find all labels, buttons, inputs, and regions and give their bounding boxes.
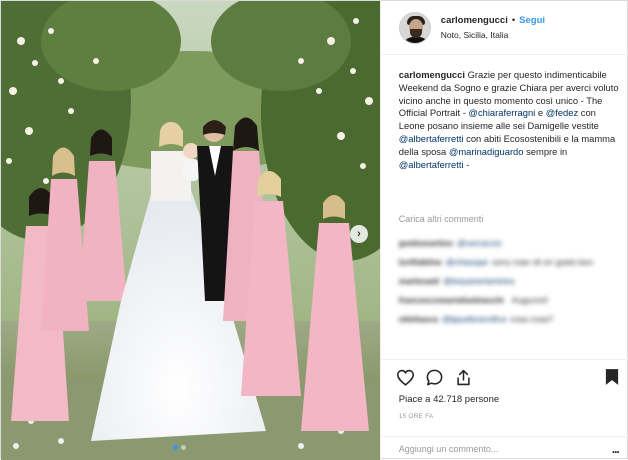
bookmark-icon[interactable] <box>601 366 623 388</box>
post-photo[interactable]: › <box>1 1 380 460</box>
add-comment-bar: ... <box>380 436 628 460</box>
next-slide-arrow-icon[interactable]: › <box>350 225 368 243</box>
location-link[interactable]: Noto, Sicilia, Italia <box>441 28 545 42</box>
header-text: carlomengucci • Segui Noto, Sicilia, Ita… <box>441 14 545 42</box>
comment-username[interactable]: marlenaid <box>399 276 439 286</box>
more-options-icon[interactable]: ... <box>612 442 620 456</box>
post-side-panel: carlomengucci • Segui Noto, Sicilia, Ita… <box>379 1 628 460</box>
username-link[interactable]: carlomengucci <box>441 14 508 28</box>
comment-input[interactable] <box>398 443 612 454</box>
separator-dot: • <box>511 14 516 26</box>
comment-username[interactable]: lorifiabline <box>399 257 442 267</box>
caption-mention[interactable]: @fedez <box>546 107 578 118</box>
comment-mention[interactable]: @lerjuanerlaminira <box>443 276 514 286</box>
caption-text: - <box>463 158 470 170</box>
comment-item: marlenaid @lerjuanerlaminira <box>399 271 619 290</box>
caption-username[interactable]: carlomengucci <box>399 69 465 80</box>
wedding-portrait-image <box>1 1 380 460</box>
actions-divider <box>380 359 628 360</box>
carousel-dot <box>181 445 186 450</box>
comment-text: Auguroni! <box>511 294 549 305</box>
heart-icon[interactable] <box>395 366 417 388</box>
post-actions <box>395 366 623 388</box>
instagram-post: › carlomengucci • Segui Noto, Sicilia, I… <box>0 0 628 460</box>
post-header: carlomengucci • Segui Noto, Sicilia, Ita… <box>380 1 628 55</box>
caption-mention[interactable]: @albertaferretti <box>399 133 464 144</box>
carousel-dot-active <box>173 445 178 450</box>
comment-username[interactable]: otteliasca <box>399 314 438 324</box>
share-icon[interactable] <box>453 366 475 388</box>
comment-item: guidomartino @vercaccio <box>399 233 619 252</box>
comments-list: guidomartino @vercaccio lorifiabline @chia… <box>399 233 619 328</box>
load-more-comments-link[interactable]: Carica altri commenti <box>399 214 484 224</box>
comment-item: otteliasca @lpjuaferanofica cosa cosa? <box>399 309 619 328</box>
caption-mention[interactable]: @albertaferretti <box>399 159 464 170</box>
follow-button[interactable]: Segui <box>519 14 545 28</box>
comment-username[interactable]: francescomariafasbianchi <box>399 295 504 305</box>
comment-text: cosa cosa? <box>509 313 553 324</box>
likes-count[interactable]: Piace a 42.718 persone <box>399 394 499 405</box>
comment-icon[interactable] <box>424 366 446 388</box>
post-caption: carlomengucci Grazie per questo indiment… <box>399 69 619 171</box>
comment-item: lorifiabline @chiasspe sorry mae oll orr g… <box>399 252 619 271</box>
avatar[interactable] <box>398 11 431 44</box>
comment-item: francescomariafasbianchi Auguroni! <box>399 290 619 309</box>
carousel-indicator <box>173 445 186 450</box>
post-timestamp[interactable]: 15 ORE FA <box>399 413 434 420</box>
comment-mention[interactable]: @vercaccio <box>457 238 502 248</box>
caption-mention[interactable]: @chiaraferragni <box>468 107 535 118</box>
comment-mention[interactable]: @chiasspe <box>446 257 488 267</box>
caption-text: e <box>535 107 546 119</box>
comment-mention[interactable]: @lpjuaferanofica <box>442 314 506 324</box>
comment-text: sorry mae oll orr goelo bon <box>491 256 594 267</box>
comment-username[interactable]: guidomartino <box>399 238 453 248</box>
caption-text: sempre in <box>523 145 568 157</box>
caption-mention[interactable]: @marinadiguardo <box>449 146 524 157</box>
